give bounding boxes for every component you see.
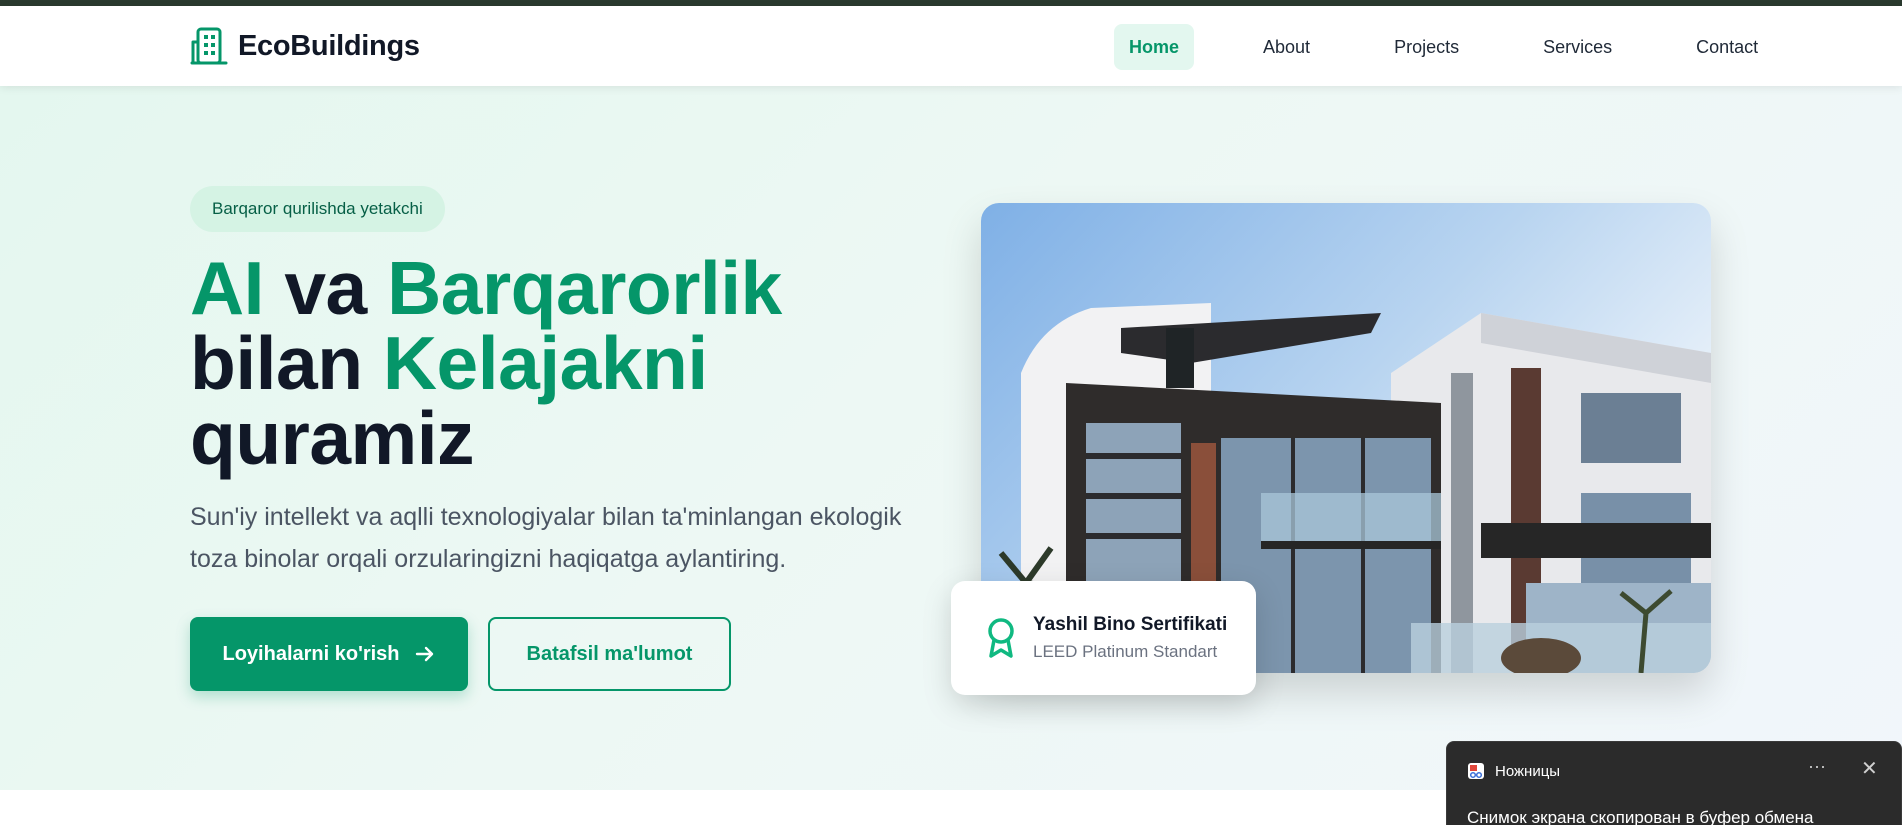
scissors-app-icon (1468, 763, 1484, 779)
certificate-card: Yashil Bino Sertifikati LEED Platinum St… (951, 581, 1256, 695)
snipping-tool-notification[interactable]: Ножницы ··· ✕ Снимок экрана скопирован в… (1446, 741, 1902, 825)
nav-home[interactable]: Home (1114, 24, 1195, 70)
headline-quramiz: quramiz (190, 396, 475, 480)
brand-logo[interactable]: EcoBuildings (190, 26, 420, 66)
headline-va: va (264, 246, 388, 330)
toast-message: Снимок экрана скопирован в буфер обмена (1467, 808, 1814, 825)
toast-app-name: Ножницы (1495, 762, 1561, 780)
hero-headline: AI va Barqarorlik bilan Kelajakni qurami… (190, 251, 950, 476)
close-icon[interactable]: ✕ (1861, 756, 1878, 781)
headline-kelajakni: Kelajakni (382, 321, 708, 405)
nav-projects[interactable]: Projects (1379, 24, 1474, 70)
view-projects-button[interactable]: Loyihalarni ko'rish (190, 617, 468, 691)
arrow-right-icon (415, 646, 433, 662)
nav-contact[interactable]: Contact (1681, 24, 1773, 70)
learn-more-button[interactable]: Batafsil ma'lumot (488, 617, 731, 691)
brand-name: EcoBuildings (238, 29, 420, 62)
award-ribbon-icon (988, 618, 1014, 658)
nav-services[interactable]: Services (1528, 24, 1627, 70)
site-header: EcoBuildings Home About Projects Service… (0, 6, 1902, 86)
more-options-icon[interactable]: ··· (1808, 756, 1826, 777)
certificate-subtitle: LEED Platinum Standart (1033, 642, 1218, 661)
headline-barqarorlik: Barqarorlik (387, 246, 782, 330)
certificate-text: Yashil Bino Sertifikati LEED Platinum St… (1033, 614, 1227, 662)
view-projects-label: Loyihalarni ko'rish (222, 642, 400, 665)
hero-section: Barqaror qurilishda yetakchi AI va Barqa… (0, 86, 1902, 790)
headline-bilan: bilan (190, 321, 383, 405)
main-nav: Home About Projects Services Contact (1114, 24, 1773, 70)
hero-description: Sun'iy intellekt va aqlli texnologiyalar… (190, 503, 902, 573)
certificate-title: Yashil Bino Sertifikati (1033, 614, 1228, 635)
hero-badge: Barqaror qurilishda yetakchi (190, 186, 445, 232)
toast-app-header: Ножницы (1467, 762, 1560, 780)
nav-about[interactable]: About (1248, 24, 1325, 70)
headline-ai: AI (190, 246, 265, 330)
building-icon (190, 27, 228, 65)
